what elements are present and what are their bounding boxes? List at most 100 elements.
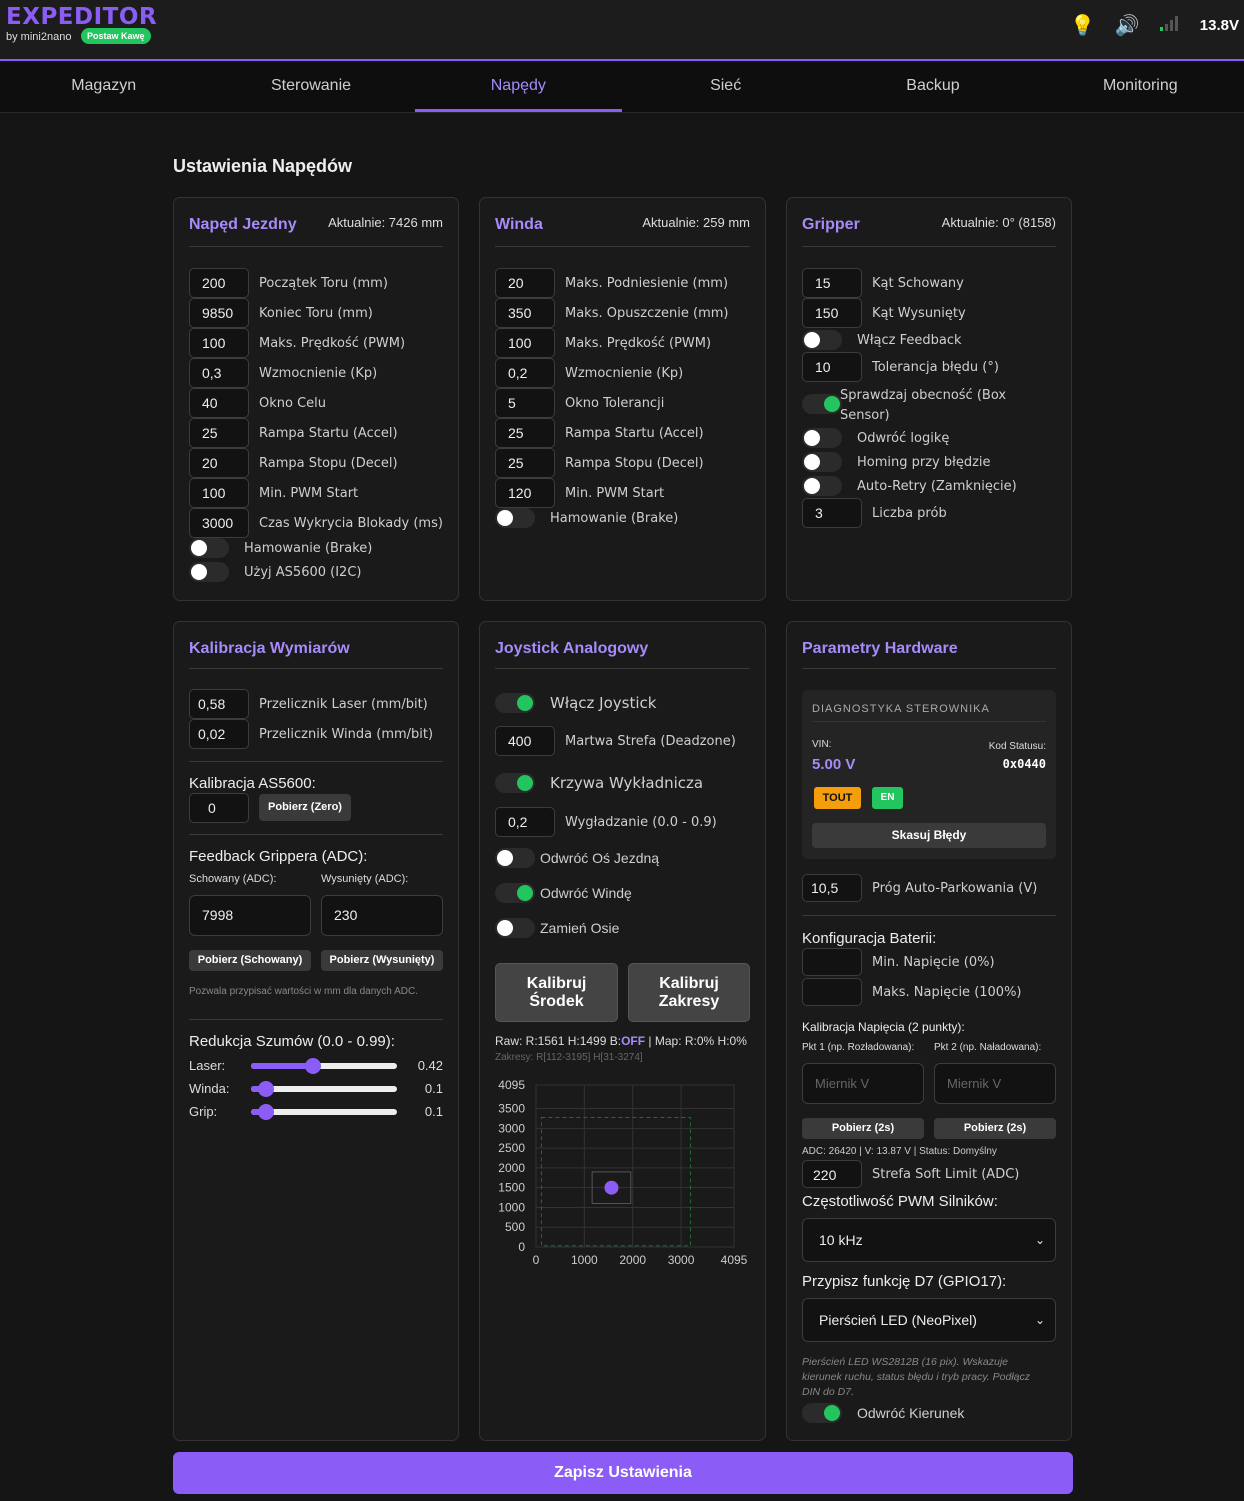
feedback-adc-title: Feedback Grippera (ADC): xyxy=(189,848,368,865)
tab-backup[interactable]: Backup xyxy=(829,63,1036,112)
winch-toggle-0[interactable] xyxy=(495,508,535,528)
invert-drive-toggle[interactable] xyxy=(495,848,535,868)
coffee-button[interactable]: Postaw Kawę xyxy=(81,28,151,44)
feedback-toggle[interactable] xyxy=(802,330,842,350)
winch-input-3[interactable]: 0,2 xyxy=(495,358,555,388)
drive-input-8[interactable]: 3000 xyxy=(189,508,249,538)
retry-count-input[interactable]: 3 xyxy=(802,498,862,528)
winch-input-4[interactable]: 5 xyxy=(495,388,555,418)
calibrate-range-button[interactable]: Kalibruj Zakresy xyxy=(628,963,750,1022)
speaker-icon[interactable]: 🔊 xyxy=(1115,13,1140,38)
noise-slider-0[interactable] xyxy=(251,1058,397,1074)
invert-logic-toggle[interactable] xyxy=(802,428,842,448)
slider-thumb[interactable] xyxy=(257,1081,274,1097)
homing-toggle[interactable] xyxy=(802,452,842,472)
calibrate-center-button[interactable]: Kalibruj Środek xyxy=(495,963,618,1022)
tab-sterowanie[interactable]: Sterowanie xyxy=(207,63,414,112)
y-tick-label: 1000 xyxy=(498,1200,525,1214)
box-sensor-toggle[interactable] xyxy=(802,394,842,414)
battery-max-input[interactable] xyxy=(802,978,862,1006)
clear-errors-button[interactable]: Skasuj Błędy xyxy=(812,823,1046,848)
drive-input-2[interactable]: 100 xyxy=(189,328,249,358)
slider-thumb[interactable] xyxy=(257,1104,274,1120)
fb-out-input[interactable]: 230 xyxy=(321,895,443,936)
winch-ratio-input[interactable]: 0,02 xyxy=(189,719,249,749)
gripper-current: Aktualnie: 0° (8158) xyxy=(941,215,1056,230)
save-settings-button[interactable]: Zapisz Ustawienia xyxy=(173,1452,1073,1494)
lightbulb-icon[interactable]: 💡 xyxy=(1070,13,1095,38)
drive-label-7: Min. PWM Start xyxy=(259,485,359,501)
winch-input-1[interactable]: 350 xyxy=(495,298,555,328)
d7-function-select[interactable]: Pierścień LED (NeoPixel) ⌄ xyxy=(802,1298,1056,1342)
noise-slider-1[interactable] xyxy=(251,1081,397,1097)
fb-grab-hidden-button[interactable]: Pobierz (Schowany) xyxy=(189,950,311,971)
park-threshold-label: Próg Auto-Parkowania (V) xyxy=(872,880,1038,896)
y-tick-label: 3500 xyxy=(498,1102,525,1116)
slider-thumb[interactable] xyxy=(304,1058,321,1074)
invert-drive-label: Odwróć Oś Jezdną xyxy=(540,850,660,866)
expo-toggle[interactable] xyxy=(495,773,535,793)
swap-axes-toggle[interactable] xyxy=(495,918,535,938)
angle-hidden-input[interactable]: 15 xyxy=(802,268,862,298)
drive-input-3[interactable]: 0,3 xyxy=(189,358,249,388)
vin-label: VIN: xyxy=(812,739,832,750)
winch-input-5[interactable]: 25 xyxy=(495,418,555,448)
soft-limit-input[interactable]: 220 xyxy=(802,1160,862,1188)
drive-input-5[interactable]: 25 xyxy=(189,418,249,448)
drive-input-7[interactable]: 100 xyxy=(189,478,249,508)
deadzone-input[interactable]: 400 xyxy=(495,726,555,756)
smoothing-input[interactable]: 0,2 xyxy=(495,807,555,837)
noise-slider-2[interactable] xyxy=(251,1104,397,1120)
drive-toggle-1[interactable] xyxy=(189,562,229,582)
laser-ratio-input[interactable]: 0,58 xyxy=(189,689,249,719)
winch-input-2[interactable]: 100 xyxy=(495,328,555,358)
joystick-enable-toggle[interactable] xyxy=(495,693,535,713)
winch-input-6[interactable]: 25 xyxy=(495,448,555,478)
winch-input-7[interactable]: 120 xyxy=(495,478,555,508)
drive-input-1[interactable]: 9850 xyxy=(189,298,249,328)
tolerance-input[interactable]: 10 xyxy=(802,352,862,382)
winch-input-0[interactable]: 20 xyxy=(495,268,555,298)
plot-area xyxy=(535,1084,735,1248)
drive-input-0[interactable]: 200 xyxy=(189,268,249,298)
as5600-zero-button[interactable]: Pobierz (Zero) xyxy=(259,794,351,821)
tab-magazyn[interactable]: Magazyn xyxy=(0,63,207,112)
drive-input-6[interactable]: 20 xyxy=(189,448,249,478)
box-sensor-label: Sprawdzaj obecność (Box Sensor) xyxy=(840,388,1007,423)
winch-label-4: Okno Tolerancji xyxy=(565,395,665,411)
fb-grab-out-button[interactable]: Pobierz (Wysunięty) xyxy=(321,950,443,971)
drive-label-6: Rampa Stopu (Decel) xyxy=(259,455,398,471)
angle-out-input[interactable]: 150 xyxy=(802,298,862,328)
deadzone-label: Martwa Strefa (Deadzone) xyxy=(565,733,736,749)
as5600-input[interactable]: 0 xyxy=(189,793,249,823)
point1-meter-input[interactable]: Miernik V xyxy=(802,1063,924,1104)
pwm-freq-select[interactable]: 10 kHz ⌄ xyxy=(802,1218,1056,1262)
joystick-enable-label: Włącz Joystick xyxy=(550,694,657,712)
auto-retry-toggle[interactable] xyxy=(802,476,842,496)
noise-value-1: 0.1 xyxy=(424,1081,443,1096)
drive-label-4: Okno Celu xyxy=(259,395,327,411)
vin-value: 5.00 V xyxy=(812,756,856,773)
tab-napedy[interactable]: Napędy xyxy=(414,63,622,112)
status-code-value: 0x0440 xyxy=(1002,757,1046,771)
y-tick-label: 3000 xyxy=(498,1121,525,1135)
point1-grab-button[interactable]: Pobierz (2s) xyxy=(802,1118,924,1139)
tab-monitoring[interactable]: Monitoring xyxy=(1037,63,1244,112)
point2-meter-input[interactable]: Miernik V xyxy=(934,1063,1056,1104)
d7-note: Pierścień LED WS2812B (16 pix). Wskazuje… xyxy=(802,1356,1031,1398)
tab-siec[interactable]: Sieć xyxy=(622,63,829,112)
adc-readout: ADC: 26420 | V: 13.87 V | Status: Domyśl… xyxy=(802,1146,997,1157)
joystick-title: Joystick Analogowy xyxy=(495,640,649,657)
point2-grab-button[interactable]: Pobierz (2s) xyxy=(934,1118,1056,1139)
invert-winch-toggle[interactable] xyxy=(495,883,535,903)
park-threshold-input[interactable]: 10,5 xyxy=(802,874,862,902)
drive-label-2: Maks. Prędkość (PWM) xyxy=(259,335,406,351)
hardware-card: Parametry Hardware DIAGNOSTYKA STEROWNIK… xyxy=(786,621,1072,1441)
drive-input-4[interactable]: 40 xyxy=(189,388,249,418)
smoothing-label: Wygładzanie (0.0 - 0.9) xyxy=(565,814,717,830)
battery-min-input[interactable] xyxy=(802,948,862,976)
fb-hidden-input[interactable]: 7998 xyxy=(189,895,311,936)
drive-toggle-0[interactable] xyxy=(189,538,229,558)
y-tick-label: 1500 xyxy=(498,1181,525,1195)
reverse-direction-toggle[interactable] xyxy=(802,1403,842,1423)
